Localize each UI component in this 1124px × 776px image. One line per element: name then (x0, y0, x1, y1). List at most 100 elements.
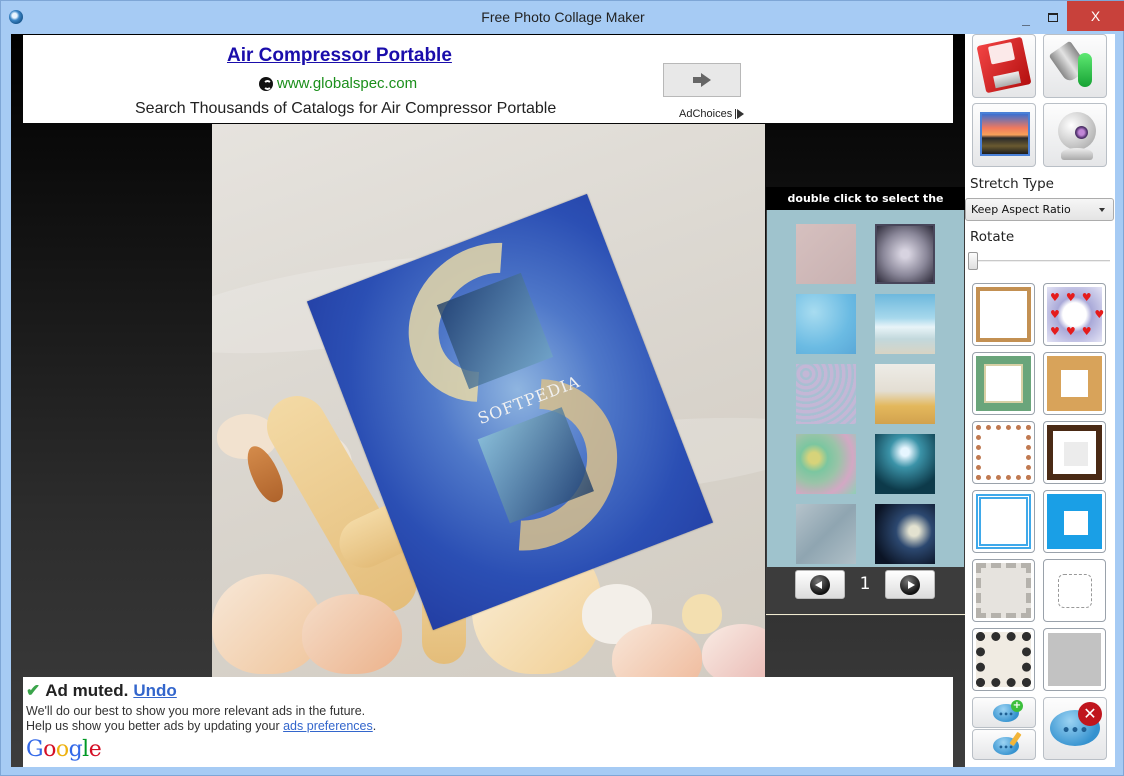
add-picture-button[interactable] (972, 103, 1036, 167)
frame-preview (976, 494, 1031, 549)
frame-puzzle-outline[interactable] (1043, 559, 1106, 622)
next-page-button[interactable] (885, 570, 935, 599)
stretch-type-value: Keep Aspect Ratio (971, 203, 1071, 216)
gallery-grid (767, 210, 964, 567)
ad-description: Search Thousands of Catalogs for Air Com… (135, 100, 557, 117)
save-button[interactable] (972, 34, 1036, 98)
chevron-down-icon (1099, 208, 1105, 212)
rotate-slider-track[interactable] (970, 260, 1110, 262)
thumbnail-beach-sea[interactable] (875, 294, 935, 354)
frame-window (1064, 511, 1088, 535)
next-page-icon (900, 574, 920, 595)
google-logo: Google (26, 737, 102, 762)
frame-stone-tile[interactable] (972, 559, 1035, 622)
ad-headline-link[interactable]: Air Compressor Portable (227, 45, 452, 67)
client-area: Air Compressor Portable www.globalspec.c… (11, 34, 1115, 767)
thumbnail-hexagon-pattern[interactable] (796, 364, 856, 424)
webcam-button[interactable] (1043, 103, 1107, 167)
frame-preview (976, 287, 1031, 342)
stretch-type-label: Stretch Type (970, 176, 1054, 192)
collage-canvas[interactable]: SOFTPEDIA (212, 124, 765, 677)
ad-url-row[interactable]: www.globalspec.com (259, 75, 417, 92)
bubble-dots: ••• (1061, 723, 1089, 740)
webcam-base-icon (1061, 148, 1093, 160)
frame-preview (1058, 574, 1092, 608)
hearts-icon: ♥♥♥ ♥ ♥ ♥♥♥ (1050, 291, 1106, 338)
thumbnail-pink-texture[interactable] (796, 224, 856, 284)
delete-text-button[interactable]: ••• ✕ (1043, 697, 1107, 760)
maximize-icon (1048, 12, 1058, 22)
window-title: Free Photo Collage Maker (481, 9, 645, 25)
picture-icon (980, 112, 1030, 156)
floppy-heart-icon (976, 36, 1032, 94)
stretch-type-select[interactable]: Keep Aspect Ratio (965, 198, 1114, 221)
frame-clouds[interactable] (1043, 490, 1106, 553)
plus-icon: + (1011, 700, 1023, 712)
add-text-button[interactable]: ••• + (972, 697, 1036, 728)
thumbnail-moonlit-arch[interactable] (875, 434, 935, 494)
minimize-icon: _ (1022, 11, 1030, 27)
background-gallery: double click to select the image. 1 (766, 187, 965, 616)
globalspec-logo-icon (259, 76, 273, 91)
maximize-button[interactable] (1039, 1, 1067, 33)
paint-drip-icon (1078, 53, 1092, 87)
thumbnail-night-moon[interactable] (875, 504, 935, 564)
ads-preferences-link[interactable]: ads preferences (283, 719, 373, 733)
checkmark-icon: ✔ (26, 681, 41, 700)
frame-dark-wood[interactable] (1043, 421, 1106, 484)
close-icon: X (1090, 8, 1101, 24)
ad-preferences-message: Help us show you better ads by updating … (26, 719, 376, 733)
adchoices-label: AdChoices (679, 108, 733, 120)
tool-sidebar: Stretch Type Keep Aspect Ratio Rotate ♥♥… (965, 34, 1115, 767)
minimize-button[interactable]: _ (1013, 1, 1039, 33)
ad-url[interactable]: www.globalspec.com (277, 75, 417, 92)
frame-hearts[interactable]: ♥♥♥ ♥ ♥ ♥♥♥ (1043, 283, 1106, 346)
ad-preferences-prefix: Help us show you better ads by updating … (26, 719, 284, 733)
edit-text-button[interactable]: ••• (972, 729, 1036, 760)
thumbnail-silk-gray[interactable] (796, 504, 856, 564)
ad-muted-message: We'll do our best to show you more relev… (26, 704, 366, 718)
bubble-dots: ••• (998, 743, 1014, 753)
collage-stage: Air Compressor Portable www.globalspec.c… (11, 34, 965, 767)
frame-preview (1047, 356, 1102, 411)
thumbnail-sand-starfish[interactable] (875, 364, 935, 424)
undo-link[interactable]: Undo (133, 681, 176, 701)
frame-preview (1048, 633, 1101, 686)
frame-preview (976, 563, 1031, 618)
ad-muted-status: Ad muted. (45, 681, 129, 700)
arrow-right-icon (693, 73, 711, 87)
title-bar[interactable]: Free Photo Collage Maker _ X (1, 1, 1124, 34)
frame-wood-thin[interactable] (972, 283, 1035, 346)
webcam-icon (1058, 112, 1096, 150)
frame-checker[interactable] (972, 628, 1035, 691)
page-number: 1 (859, 574, 871, 594)
close-button[interactable]: X (1067, 1, 1124, 31)
frame-gray-fill[interactable] (1043, 628, 1106, 691)
bottom-ad-banner: ✔ Ad muted. Undo We'll do our best to sh… (23, 677, 953, 767)
gallery-pager: 1 (766, 567, 965, 615)
background-color-button[interactable] (1043, 34, 1107, 98)
frame-green-mosaic[interactable] (972, 352, 1035, 415)
thumbnail-blue-swirl[interactable] (796, 294, 856, 354)
frame-preview (976, 356, 1031, 411)
prev-page-button[interactable] (795, 570, 845, 599)
prev-page-icon (810, 574, 830, 595)
ad-muted-row: ✔ Ad muted. Undo (26, 681, 177, 701)
adchoices-link[interactable]: AdChoices (679, 108, 745, 120)
thumbnail-silver-ornament[interactable] (875, 224, 935, 284)
remove-icon: ✕ (1078, 702, 1102, 726)
frame-golden-wood[interactable] (1043, 352, 1106, 415)
rotate-label: Rotate (970, 229, 1015, 245)
thumbnail-green-circles[interactable] (796, 434, 856, 494)
frame-mat (1064, 442, 1088, 466)
frame-preview (976, 425, 1031, 480)
top-ad-banner[interactable]: Air Compressor Portable www.globalspec.c… (23, 35, 953, 123)
shell (682, 594, 722, 634)
frame-beaded[interactable] (972, 421, 1035, 484)
frame-preview (976, 632, 1031, 687)
frame-blue-stitched[interactable] (972, 490, 1035, 553)
ad-go-button[interactable] (663, 63, 741, 97)
bubble-dots: ••• (998, 710, 1014, 720)
ad-preferences-suffix: . (372, 719, 377, 733)
rotate-slider-thumb[interactable] (968, 252, 978, 270)
